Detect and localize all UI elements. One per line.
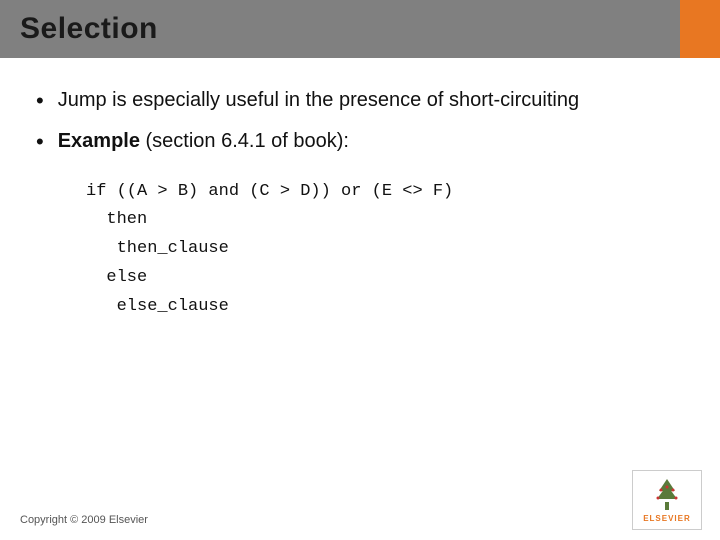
code-block: if ((A > B) and (C > D)) or (E <> F) the…: [86, 178, 684, 322]
slide-content: Jump is especially useful in the presenc…: [0, 58, 720, 360]
header-bar: Selection: [0, 0, 720, 58]
list-item: Jump is especially useful in the presenc…: [36, 86, 684, 117]
list-item: Example (section 6.4.1 of book):: [36, 127, 684, 158]
slide-title: Selection: [20, 12, 158, 46]
bullet-text-1: Jump is especially useful in the presenc…: [58, 86, 684, 114]
elsevier-tree-icon: [647, 477, 687, 512]
elsevier-logo: ELSEVIER: [632, 470, 702, 530]
slide: Selection Jump is especially useful in t…: [0, 0, 720, 540]
footer: Copyright © 2009 Elsevier: [20, 514, 148, 526]
bullet-list: Jump is especially useful in the presenc…: [36, 86, 684, 158]
example-rest: (section 6.4.1 of book):: [140, 130, 349, 152]
elsevier-label: ELSEVIER: [643, 514, 691, 523]
example-bold: Example: [58, 130, 140, 152]
orange-accent: [680, 0, 720, 55]
elsevier-logo-inner: ELSEVIER: [632, 470, 702, 530]
copyright-text: Copyright © 2009 Elsevier: [20, 514, 148, 526]
bullet-text-2: Example (section 6.4.1 of book):: [58, 127, 684, 155]
